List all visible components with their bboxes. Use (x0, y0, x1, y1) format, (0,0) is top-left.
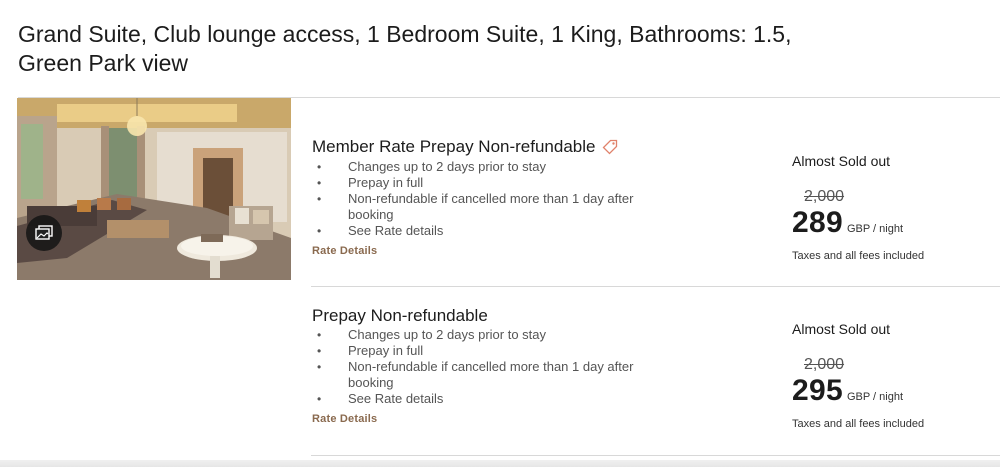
list-item: Prepay in full (312, 343, 672, 359)
price-amount: 295 (792, 374, 843, 407)
rate-features: Changes up to 2 days prior to stay Prepa… (312, 159, 672, 239)
rate-features: Changes up to 2 days prior to stay Prepa… (312, 327, 672, 407)
price-unit: GBP / night (846, 391, 904, 403)
rate-name-text: Prepay Non-refundable (312, 306, 488, 325)
price-note: Taxes and all fees included (792, 250, 925, 262)
list-item: Prepay in full (312, 175, 672, 191)
original-price: 2,000 (804, 188, 845, 205)
room-title: Grand Suite, Club lounge access, 1 Bedro… (18, 21, 792, 76)
rate-card-2: Prepay Non-refundable Changes up to 2 da… (291, 287, 1000, 455)
rate-name: Member Rate Prepay Non-refundable (312, 136, 619, 158)
rate-divider (311, 455, 1000, 456)
tag-icon (603, 139, 618, 155)
gallery-icon (35, 225, 53, 240)
rate-card-1: Member Rate Prepay Non-refundable Change… (291, 98, 1000, 286)
list-item: Changes up to 2 days prior to stay (312, 327, 672, 343)
price-row: 295 GBP / night (792, 374, 903, 408)
price-note: Taxes and all fees included (792, 418, 925, 430)
gallery-button[interactable] (26, 215, 62, 251)
rate-name: Prepay Non-refundable (312, 305, 488, 327)
price-amount: 289 (792, 206, 843, 239)
list-item: See Rate details (312, 391, 672, 407)
availability-label: Almost Sold out (792, 153, 891, 169)
page-bottom-edge (0, 460, 1000, 467)
rate-details-link[interactable]: Rate Details (312, 413, 377, 425)
original-price: 2,000 (804, 356, 845, 373)
price-row: 289 GBP / night (792, 206, 903, 240)
list-item: Non-refundable if cancelled more than 1 … (312, 191, 662, 223)
list-item: Changes up to 2 days prior to stay (312, 159, 672, 175)
rate-name-text: Member Rate Prepay Non-refundable (312, 137, 596, 156)
list-item: Non-refundable if cancelled more than 1 … (312, 359, 662, 391)
room-photo[interactable] (17, 98, 291, 280)
room-photo-illustration (17, 98, 291, 280)
price-unit: GBP / night (846, 223, 904, 235)
rate-details-link[interactable]: Rate Details (312, 245, 377, 257)
list-item: See Rate details (312, 223, 672, 239)
availability-label: Almost Sold out (792, 321, 891, 337)
